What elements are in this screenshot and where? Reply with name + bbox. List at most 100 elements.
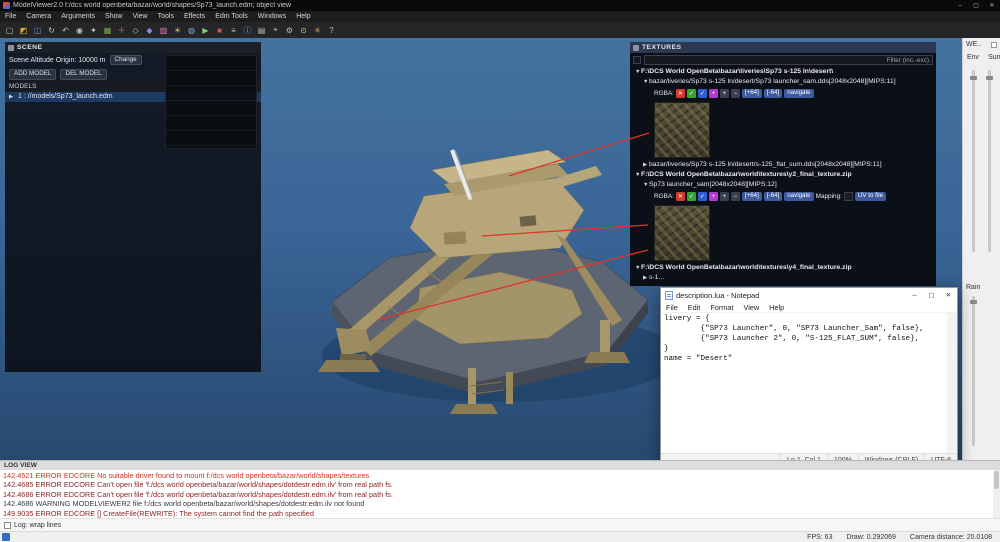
menu-arguments[interactable]: Arguments: [56, 11, 100, 22]
undo-icon[interactable]: ↶: [59, 24, 72, 37]
texture-group-path-2[interactable]: F:\DCS World OpenBeta\bazar\world\textur…: [630, 170, 936, 180]
animation-stop-icon[interactable]: ■: [213, 24, 226, 37]
notepad-menu-help[interactable]: Help: [764, 303, 789, 312]
notepad-text[interactable]: livery = { {"SP73 Launcher", 0, "SP73 La…: [664, 314, 946, 453]
notepad-title-bar[interactable]: description.lua - Notepad: [661, 288, 957, 302]
texture-item-2[interactable]: bazar/liveries/Sp73 s-125 ln/desert/s-12…: [630, 160, 936, 170]
log-line: 142.4685 ERROR EDCORE Can't open file 'f…: [3, 480, 393, 490]
navigate-button[interactable]: navigate: [784, 191, 814, 202]
maximize-icon[interactable]: [923, 288, 940, 302]
weather-collapse-checkbox[interactable]: [991, 42, 997, 48]
menu-effects[interactable]: Effects: [179, 11, 210, 22]
camera-view-icon[interactable]: ◉: [73, 24, 86, 37]
minimize-icon[interactable]: [952, 0, 968, 11]
open-model-icon[interactable]: ◩: [17, 24, 30, 37]
textures-panel-header[interactable]: TEXTURES: [630, 42, 936, 53]
expand-icon[interactable]: [9, 94, 15, 100]
measure-tool-icon[interactable]: ⌖: [269, 24, 282, 37]
menu-tools[interactable]: Tools: [153, 11, 179, 22]
notepad-menu-edit[interactable]: Edit: [683, 303, 706, 312]
texture-item-3[interactable]: Sp73 launcher_sam[2048x2048][MIPS:12]: [630, 180, 936, 190]
menu-windows[interactable]: Windows: [253, 11, 291, 22]
screenshot-icon[interactable]: ✦: [87, 24, 100, 37]
mapping-label: Mapping:: [815, 193, 842, 200]
search-icon[interactable]: ⊙: [297, 24, 310, 37]
settings-icon[interactable]: ⚙: [283, 24, 296, 37]
wrap-lines-checkbox[interactable]: [4, 521, 11, 529]
notepad-menu-view[interactable]: View: [738, 303, 764, 312]
mapping-checkbox[interactable]: [843, 192, 853, 201]
info-panel-icon[interactable]: ⓘ: [241, 24, 254, 37]
close-icon[interactable]: [984, 0, 1000, 11]
texture-item-4[interactable]: s-1...: [630, 273, 936, 283]
save-scene-icon[interactable]: ◫: [31, 24, 44, 37]
help-icon[interactable]: ?: [325, 24, 338, 37]
textures-toggle-icon[interactable]: ▨: [157, 24, 170, 37]
env-slider-handle[interactable]: [970, 76, 977, 80]
axes-toggle-icon[interactable]: ✛: [115, 24, 128, 37]
menu-camera[interactable]: Camera: [21, 11, 56, 22]
sun-slider[interactable]: [986, 70, 993, 252]
rain-slider-handle[interactable]: [970, 300, 977, 304]
effects-icon[interactable]: ✳: [311, 24, 324, 37]
plus64-button[interactable]: [+64]: [741, 191, 762, 202]
lighting-toggle-icon[interactable]: ☀: [171, 24, 184, 37]
menu-show[interactable]: Show: [100, 11, 128, 22]
green-channel-button[interactable]: [686, 89, 696, 98]
change-altitude-button[interactable]: Change: [109, 55, 142, 66]
red-channel-button[interactable]: [675, 89, 685, 98]
texture-preview-1[interactable]: [654, 102, 710, 158]
green-channel-button[interactable]: [686, 192, 696, 201]
notepad-menu-format[interactable]: Format: [705, 303, 738, 312]
notepad-menu-file[interactable]: File: [661, 303, 683, 312]
mip-plus-icon[interactable]: [719, 192, 729, 201]
maximize-icon[interactable]: [968, 0, 984, 11]
del-model-button[interactable]: DEL MODEL: [60, 69, 107, 80]
notepad-scrollbar[interactable]: [947, 313, 957, 453]
texture-group-path-3[interactable]: F:\DCS World OpenBeta\bazar\world\textur…: [630, 263, 936, 273]
log-scroll-thumb[interactable]: [994, 471, 999, 489]
menu-file[interactable]: File: [0, 11, 21, 22]
scene-panel-header[interactable]: SCENE: [5, 42, 261, 53]
menu-help[interactable]: Help: [291, 11, 315, 22]
navigate-button[interactable]: navigate: [784, 88, 814, 99]
taskbar-app-icon[interactable]: [2, 533, 10, 541]
uv-to-file-button[interactable]: UV to file: [854, 191, 887, 202]
wireframe-toggle-icon[interactable]: ◇: [129, 24, 142, 37]
mip-plus-icon[interactable]: [719, 89, 729, 98]
console-panel-icon[interactable]: ▤: [255, 24, 268, 37]
add-model-button[interactable]: ADD MODEL: [9, 69, 57, 80]
minus64-button[interactable]: [-64]: [763, 191, 783, 202]
mip-minus-icon[interactable]: [730, 192, 740, 201]
env-slider[interactable]: [970, 70, 977, 252]
sun-slider-handle[interactable]: [986, 76, 993, 80]
log-scrollbar[interactable]: [993, 470, 1000, 518]
new-scene-icon[interactable]: ▢: [3, 24, 16, 37]
red-channel-button[interactable]: [675, 192, 685, 201]
blue-channel-button[interactable]: [697, 192, 707, 201]
log-content[interactable]: 142.4521 ERROR EDCORE No suitable driver…: [0, 470, 993, 518]
texture-filter-input[interactable]: [644, 55, 933, 65]
log-view-header[interactable]: LOG VIEW: [0, 460, 1000, 470]
mip-minus-icon[interactable]: [730, 89, 740, 98]
menu-edm-tools[interactable]: Edm Tools: [210, 11, 253, 22]
alpha-channel-button[interactable]: [708, 89, 718, 98]
animation-play-icon[interactable]: ▶: [199, 24, 212, 37]
plus64-button[interactable]: [+64]: [741, 88, 762, 99]
menu-view[interactable]: View: [128, 11, 153, 22]
minimize-icon[interactable]: [906, 288, 923, 302]
minus64-button[interactable]: [-64]: [763, 88, 783, 99]
arguments-panel-icon[interactable]: ≡: [227, 24, 240, 37]
rain-slider[interactable]: [970, 296, 977, 446]
texture-item-1[interactable]: bazar/liveries/Sp73 s-125 ln/desert/Sp73…: [630, 77, 936, 87]
texture-group-path-1[interactable]: F:\DCS World OpenBeta\bazar\liveries\Sp7…: [630, 67, 936, 77]
alpha-channel-button[interactable]: [708, 192, 718, 201]
blue-channel-button[interactable]: [697, 89, 707, 98]
reload-model-icon[interactable]: ↻: [45, 24, 58, 37]
close-icon[interactable]: [940, 288, 957, 302]
grid-toggle-icon[interactable]: ▦: [101, 24, 114, 37]
texture-preview-2[interactable]: [654, 205, 710, 261]
environment-toggle-icon[interactable]: ◍: [185, 24, 198, 37]
shading-toggle-icon[interactable]: ◆: [143, 24, 156, 37]
filter-options-icon[interactable]: [633, 56, 641, 64]
